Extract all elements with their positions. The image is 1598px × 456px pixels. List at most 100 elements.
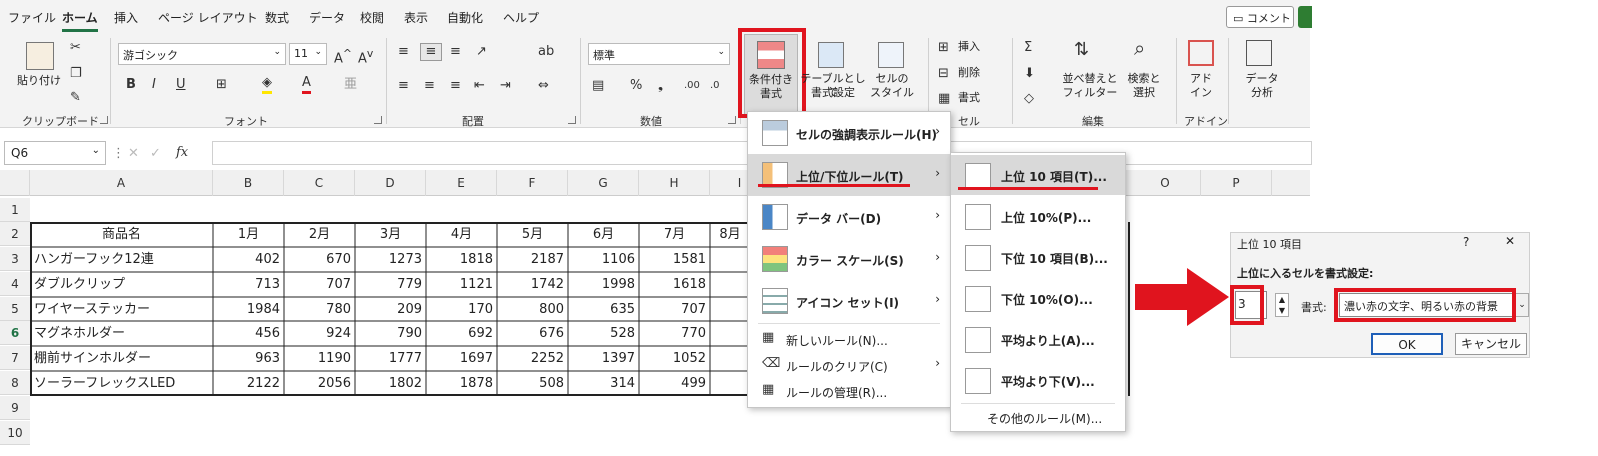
align-left-icon[interactable]: ≡ (398, 78, 409, 94)
table-cell-value[interactable]: 170 (426, 298, 497, 322)
table-cell-value[interactable]: 1618 (639, 273, 710, 297)
wrap-text-icon[interactable]: ab (538, 44, 554, 60)
table-cell-value[interactable]: 402 (213, 248, 284, 272)
column-header[interactable]: H (639, 170, 710, 196)
align-middle-icon[interactable]: ≡ (420, 43, 442, 61)
menu-item-icon-sets[interactable]: アイコン セット(I) › (748, 280, 950, 322)
row-header[interactable]: 7 (0, 346, 30, 370)
submenu-item-above-average[interactable]: 平均より上(A)... (951, 319, 1125, 360)
row-header[interactable]: 10 (0, 421, 30, 445)
merge-center-icon[interactable]: ⇔ (538, 78, 549, 94)
table-cell-value[interactable]: 1581 (639, 248, 710, 272)
table-cell-value[interactable]: 1190 (284, 347, 355, 371)
ok-button[interactable]: OK (1371, 333, 1443, 355)
menu-item-new-rule[interactable]: ▦ 新しいルール(N)... (748, 326, 950, 352)
cell-styles-icon[interactable] (878, 42, 904, 68)
table-cell-value[interactable]: 528 (568, 322, 639, 346)
share-button[interactable] (1298, 6, 1312, 28)
decrease-font-icon[interactable]: Av (358, 46, 373, 67)
column-header[interactable]: B (213, 170, 284, 196)
row-header[interactable]: 5 (0, 297, 30, 321)
cut-icon[interactable]: ✂ (70, 40, 81, 56)
close-icon[interactable]: ✕ (1505, 234, 1515, 248)
table-cell-value[interactable]: 1052 (639, 347, 710, 371)
add-ins-icon[interactable] (1188, 40, 1214, 66)
clear-icon[interactable]: ◇ (1024, 91, 1034, 107)
underline-icon[interactable]: U (176, 77, 186, 93)
menu-item-highlight-rules[interactable]: セルの強調表示ルール(H) › (748, 112, 950, 154)
table-cell-value[interactable]: 1878 (426, 372, 497, 396)
font-color-icon[interactable]: A (302, 75, 311, 94)
table-header-cell[interactable]: 4月 (426, 223, 497, 247)
table-cell-value[interactable]: 790 (355, 322, 426, 346)
table-cell-value[interactable]: 1742 (497, 273, 568, 297)
table-cell-value[interactable]: 1697 (426, 347, 497, 371)
tab-automate[interactable]: 自動化 (447, 9, 483, 26)
accounting-format-icon[interactable]: ▤ (592, 78, 604, 94)
bold-icon[interactable]: B (126, 77, 136, 93)
menu-item-top-bottom-rules[interactable]: 上位/下位ルール(T) › (748, 154, 950, 196)
table-cell-value[interactable]: 2122 (213, 372, 284, 396)
table-cell-name[interactable]: ワイヤーステッカー (30, 298, 213, 322)
table-cell-name[interactable]: 棚前サインホルダー (30, 347, 213, 371)
table-cell-value[interactable]: 707 (639, 298, 710, 322)
table-cell-value[interactable]: 2187 (497, 248, 568, 272)
format-as-table-icon[interactable] (818, 42, 844, 68)
menu-item-color-scales[interactable]: カラー スケール(S) › (748, 238, 950, 280)
name-box[interactable]: Q6 ⌄ (4, 141, 106, 165)
percent-icon[interactable]: % (630, 78, 642, 94)
column-header[interactable]: P (1201, 170, 1272, 196)
table-cell-value[interactable]: 2252 (497, 347, 568, 371)
table-cell-value[interactable]: 1106 (568, 248, 639, 272)
sort-filter-icon[interactable]: ⇅ (1074, 41, 1089, 59)
fill-color-icon[interactable]: ◈ (262, 75, 272, 94)
comma-style-icon[interactable]: ❟ (658, 78, 663, 94)
tab-insert[interactable]: 挿入 (114, 9, 138, 26)
table-cell-name[interactable]: ハンガーフック12連 (30, 248, 213, 272)
table-cell-name[interactable]: マグネホルダー (30, 322, 213, 346)
insert-function-icon[interactable]: fx (176, 145, 188, 161)
table-cell-value[interactable]: 456 (213, 322, 284, 346)
column-header[interactable]: D (355, 170, 426, 196)
analyze-data-icon[interactable] (1246, 40, 1272, 66)
chevron-down-icon[interactable]: ⌄ (1515, 293, 1529, 317)
table-header-cell[interactable]: 3月 (355, 223, 426, 247)
decrease-indent-icon[interactable]: ⇤ (474, 78, 485, 94)
table-cell-value[interactable]: 508 (497, 372, 568, 396)
row-header[interactable]: 9 (0, 396, 30, 420)
tab-view[interactable]: 表示 (404, 9, 428, 26)
format-as-table-label-2[interactable]: 書式設定 (800, 86, 866, 100)
table-cell-value[interactable]: 692 (426, 322, 497, 346)
analyze-data-label-1[interactable]: データ (1236, 72, 1288, 86)
table-cell-value[interactable]: 635 (568, 298, 639, 322)
table-header-cell[interactable]: 1月 (213, 223, 284, 247)
tab-data[interactable]: データ (309, 9, 345, 26)
table-header-cell[interactable]: 商品名 (30, 223, 213, 247)
row-header[interactable]: 4 (0, 272, 30, 296)
table-cell-value[interactable]: 1998 (568, 273, 639, 297)
align-bottom-icon[interactable]: ≡ (450, 44, 461, 60)
table-cell-value[interactable]: 707 (284, 273, 355, 297)
sort-filter-label-2[interactable]: フィルター (1062, 86, 1118, 100)
table-cell-value[interactable]: 499 (639, 372, 710, 396)
tab-file[interactable]: ファイル (8, 9, 56, 26)
find-select-label-1[interactable]: 検索と (1124, 72, 1164, 86)
row-header-selected[interactable]: 6 (0, 321, 30, 345)
table-cell-value[interactable]: 1818 (426, 248, 497, 272)
menu-item-clear-rules[interactable]: ⌫ ルールのクリア(C) › (748, 352, 950, 378)
decrease-decimal-icon[interactable]: .0 (710, 78, 720, 94)
increase-decimal-icon[interactable]: .00 (684, 78, 700, 94)
analyze-data-label-2[interactable]: 分析 (1236, 86, 1288, 100)
table-cell-value[interactable]: 713 (213, 273, 284, 297)
align-center-icon[interactable]: ≡ (424, 78, 435, 94)
help-icon[interactable]: ? (1463, 235, 1469, 249)
format-cells-label[interactable]: 書式 (958, 91, 980, 105)
find-select-icon[interactable]: ⌕ (1134, 38, 1145, 58)
table-header-cell[interactable]: 8月 (710, 223, 750, 247)
column-header[interactable]: A (30, 170, 213, 196)
insert-cells-label[interactable]: 挿入 (958, 40, 980, 54)
cell-styles-label-1[interactable]: セルの (866, 72, 918, 86)
find-select-label-2[interactable]: 選択 (1124, 86, 1164, 100)
insert-cells-icon[interactable]: ⊞ (938, 40, 949, 56)
select-all-corner[interactable] (0, 170, 30, 196)
